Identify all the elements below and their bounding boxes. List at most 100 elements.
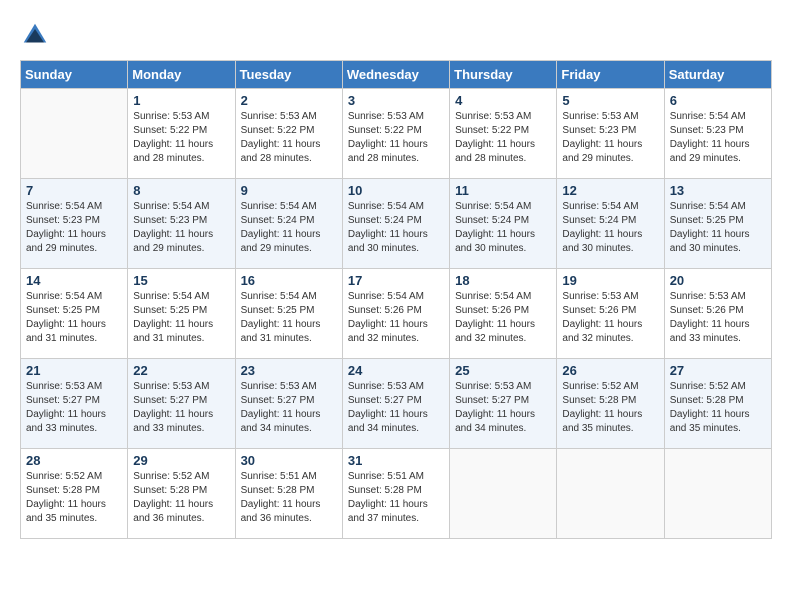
calendar-cell: 26 Sunrise: 5:52 AM Sunset: 5:28 PM Dayli… [557, 359, 664, 449]
col-header-monday: Monday [128, 61, 235, 89]
day-number: 19 [562, 273, 658, 288]
cell-details: Sunrise: 5:52 AM Sunset: 5:28 PM Dayligh… [562, 380, 658, 436]
cell-details: Sunrise: 5:53 AM Sunset: 5:27 PM Dayligh… [455, 380, 551, 436]
cell-details: Sunrise: 5:52 AM Sunset: 5:28 PM Dayligh… [133, 470, 229, 526]
calendar-week-4: 21 Sunrise: 5:53 AM Sunset: 5:27 PM Dayli… [21, 359, 772, 449]
calendar-cell: 22 Sunrise: 5:53 AM Sunset: 5:27 PM Dayli… [128, 359, 235, 449]
calendar-cell: 7 Sunrise: 5:54 AM Sunset: 5:23 PM Daylig… [21, 179, 128, 269]
calendar-cell [21, 89, 128, 179]
day-number: 8 [133, 183, 229, 198]
calendar-cell [450, 449, 557, 539]
calendar-week-3: 14 Sunrise: 5:54 AM Sunset: 5:25 PM Dayli… [21, 269, 772, 359]
cell-details: Sunrise: 5:54 AM Sunset: 5:24 PM Dayligh… [348, 200, 444, 256]
calendar-cell: 13 Sunrise: 5:54 AM Sunset: 5:25 PM Dayli… [664, 179, 771, 269]
cell-details: Sunrise: 5:54 AM Sunset: 5:23 PM Dayligh… [670, 110, 766, 166]
calendar-cell: 5 Sunrise: 5:53 AM Sunset: 5:23 PM Daylig… [557, 89, 664, 179]
calendar-cell: 30 Sunrise: 5:51 AM Sunset: 5:28 PM Dayli… [235, 449, 342, 539]
day-number: 17 [348, 273, 444, 288]
day-number: 27 [670, 363, 766, 378]
cell-details: Sunrise: 5:53 AM Sunset: 5:27 PM Dayligh… [26, 380, 122, 436]
col-header-saturday: Saturday [664, 61, 771, 89]
day-number: 13 [670, 183, 766, 198]
day-number: 12 [562, 183, 658, 198]
cell-details: Sunrise: 5:53 AM Sunset: 5:22 PM Dayligh… [348, 110, 444, 166]
calendar-cell: 23Sunrise: 5:53 AM Sunset: 5:27 PM Dayli… [235, 359, 342, 449]
calendar-cell [664, 449, 771, 539]
day-number: 14 [26, 273, 122, 288]
calendar-cell: 21 Sunrise: 5:53 AM Sunset: 5:27 PM Dayli… [21, 359, 128, 449]
col-header-tuesday: Tuesday [235, 61, 342, 89]
calendar-cell: 28 Sunrise: 5:52 AM Sunset: 5:28 PM Dayli… [21, 449, 128, 539]
calendar-cell: 15 Sunrise: 5:54 AM Sunset: 5:25 PM Dayli… [128, 269, 235, 359]
calendar-cell: 9 Sunrise: 5:54 AM Sunset: 5:24 PM Daylig… [235, 179, 342, 269]
calendar-header: SundayMondayTuesdayWednesdayThursdayFrid… [21, 61, 772, 89]
day-number: 9 [241, 183, 337, 198]
day-number: 21 [26, 363, 122, 378]
cell-details: Sunrise: 5:53 AM Sunset: 5:22 PM Dayligh… [455, 110, 551, 166]
col-header-wednesday: Wednesday [342, 61, 449, 89]
calendar-cell: 31Sunrise: 5:51 AM Sunset: 5:28 PM Dayli… [342, 449, 449, 539]
cell-details: Sunrise: 5:54 AM Sunset: 5:26 PM Dayligh… [455, 290, 551, 346]
day-number: 24 [348, 363, 444, 378]
cell-details: Sunrise: 5:53 AM Sunset: 5:26 PM Dayligh… [670, 290, 766, 346]
day-number: 15 [133, 273, 229, 288]
calendar-cell: 24 Sunrise: 5:53 AM Sunset: 5:27 PM Dayli… [342, 359, 449, 449]
cell-details: Sunrise: 5:54 AM Sunset: 5:25 PM Dayligh… [241, 290, 337, 346]
cell-details: Sunrise: 5:54 AM Sunset: 5:24 PM Dayligh… [455, 200, 551, 256]
calendar-week-1: 1 Sunrise: 5:53 AM Sunset: 5:22 PM Daylig… [21, 89, 772, 179]
day-number: 5 [562, 93, 658, 108]
calendar-cell: 27Sunrise: 5:52 AM Sunset: 5:28 PM Dayli… [664, 359, 771, 449]
day-number: 1 [133, 93, 229, 108]
calendar-cell: 17 Sunrise: 5:54 AM Sunset: 5:26 PM Dayli… [342, 269, 449, 359]
day-number: 11 [455, 183, 551, 198]
calendar-table: SundayMondayTuesdayWednesdayThursdayFrid… [20, 60, 772, 539]
cell-details: Sunrise: 5:54 AM Sunset: 5:26 PM Dayligh… [348, 290, 444, 346]
day-number: 28 [26, 453, 122, 468]
cell-details: Sunrise: 5:51 AM Sunset: 5:28 PM Dayligh… [348, 470, 444, 526]
calendar-cell: 4Sunrise: 5:53 AM Sunset: 5:22 PM Daylig… [450, 89, 557, 179]
cell-details: Sunrise: 5:54 AM Sunset: 5:25 PM Dayligh… [133, 290, 229, 346]
day-number: 30 [241, 453, 337, 468]
calendar-cell: 10 Sunrise: 5:54 AM Sunset: 5:24 PM Dayli… [342, 179, 449, 269]
calendar-week-5: 28 Sunrise: 5:52 AM Sunset: 5:28 PM Dayli… [21, 449, 772, 539]
col-header-sunday: Sunday [21, 61, 128, 89]
day-number: 16 [241, 273, 337, 288]
day-number: 20 [670, 273, 766, 288]
calendar-cell: 12 Sunrise: 5:54 AM Sunset: 5:24 PM Dayli… [557, 179, 664, 269]
cell-details: Sunrise: 5:53 AM Sunset: 5:27 PM Dayligh… [348, 380, 444, 436]
day-number: 22 [133, 363, 229, 378]
calendar-cell: 25 Sunrise: 5:53 AM Sunset: 5:27 PM Dayli… [450, 359, 557, 449]
logo [20, 20, 54, 50]
calendar-cell: 11 Sunrise: 5:54 AM Sunset: 5:24 PM Dayli… [450, 179, 557, 269]
cell-details: Sunrise: 5:51 AM Sunset: 5:28 PM Dayligh… [241, 470, 337, 526]
day-number: 10 [348, 183, 444, 198]
calendar-cell: 20 Sunrise: 5:53 AM Sunset: 5:26 PM Dayli… [664, 269, 771, 359]
calendar-cell: 6 Sunrise: 5:54 AM Sunset: 5:23 PM Daylig… [664, 89, 771, 179]
cell-details: Sunrise: 5:54 AM Sunset: 5:24 PM Dayligh… [241, 200, 337, 256]
logo-icon [20, 20, 50, 50]
calendar-cell: 14Sunrise: 5:54 AM Sunset: 5:25 PM Dayli… [21, 269, 128, 359]
cell-details: Sunrise: 5:54 AM Sunset: 5:25 PM Dayligh… [670, 200, 766, 256]
cell-details: Sunrise: 5:53 AM Sunset: 5:23 PM Dayligh… [562, 110, 658, 166]
cell-details: Sunrise: 5:53 AM Sunset: 5:27 PM Dayligh… [133, 380, 229, 436]
cell-details: Sunrise: 5:54 AM Sunset: 5:23 PM Dayligh… [26, 200, 122, 256]
day-number: 29 [133, 453, 229, 468]
calendar-cell: 3Sunrise: 5:53 AM Sunset: 5:22 PM Daylig… [342, 89, 449, 179]
day-number: 7 [26, 183, 122, 198]
col-header-thursday: Thursday [450, 61, 557, 89]
cell-details: Sunrise: 5:53 AM Sunset: 5:22 PM Dayligh… [241, 110, 337, 166]
cell-details: Sunrise: 5:54 AM Sunset: 5:23 PM Dayligh… [133, 200, 229, 256]
calendar-cell: 19 Sunrise: 5:53 AM Sunset: 5:26 PM Dayli… [557, 269, 664, 359]
day-number: 26 [562, 363, 658, 378]
cell-details: Sunrise: 5:54 AM Sunset: 5:24 PM Dayligh… [562, 200, 658, 256]
cell-details: Sunrise: 5:53 AM Sunset: 5:27 PM Dayligh… [241, 380, 337, 436]
calendar-week-2: 7 Sunrise: 5:54 AM Sunset: 5:23 PM Daylig… [21, 179, 772, 269]
calendar-cell: 2Sunrise: 5:53 AM Sunset: 5:22 PM Daylig… [235, 89, 342, 179]
day-number: 6 [670, 93, 766, 108]
day-number: 25 [455, 363, 551, 378]
calendar-cell: 29 Sunrise: 5:52 AM Sunset: 5:28 PM Dayli… [128, 449, 235, 539]
cell-details: Sunrise: 5:53 AM Sunset: 5:22 PM Dayligh… [133, 110, 229, 166]
cell-details: Sunrise: 5:52 AM Sunset: 5:28 PM Dayligh… [26, 470, 122, 526]
calendar-cell [557, 449, 664, 539]
cell-details: Sunrise: 5:53 AM Sunset: 5:26 PM Dayligh… [562, 290, 658, 346]
